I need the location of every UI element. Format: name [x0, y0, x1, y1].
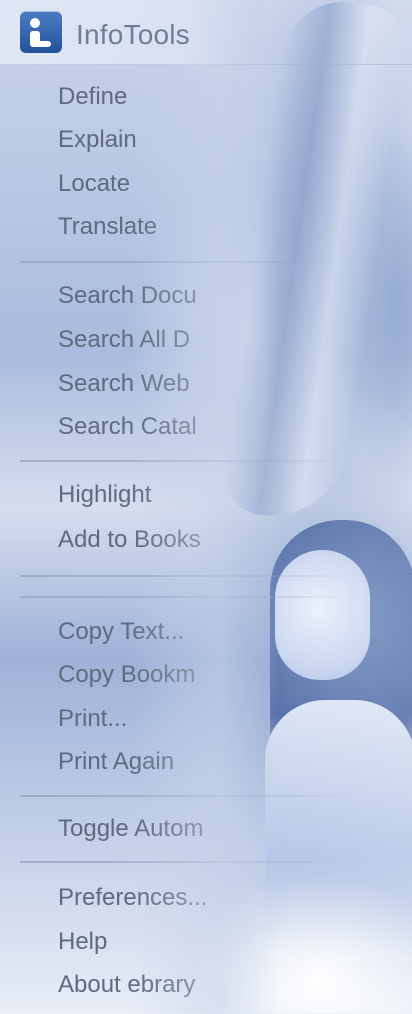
menu-separator [20, 795, 350, 797]
menu-item-add-to-bookshelf[interactable]: Add to Books [58, 526, 201, 554]
menu-separator [20, 261, 350, 263]
menu-item-help[interactable]: Help [58, 928, 107, 956]
menu-item-print-again[interactable]: Print Again [58, 748, 174, 776]
menu-item-search-all[interactable]: Search All D [58, 326, 190, 354]
menu-item-translate[interactable]: Translate [58, 213, 157, 241]
menu-title: InfoTools [76, 19, 190, 50]
menu-item-explain[interactable]: Explain [58, 126, 137, 154]
menu-separator [20, 596, 350, 598]
menu-item-highlight[interactable]: Highlight [58, 481, 151, 509]
menu-item-define[interactable]: Define [58, 83, 127, 111]
menu-item-search-catalog[interactable]: Search Catal [58, 413, 197, 441]
menu-item-print[interactable]: Print... [58, 705, 127, 733]
infotools-app-icon [20, 11, 62, 53]
menu-item-copy-bookmark[interactable]: Copy Bookm [58, 661, 195, 689]
infotools-menu: InfoTools Define Explain Locate Translat… [0, 0, 412, 1014]
menu-separator [20, 460, 350, 462]
menu-item-toggle-automatic[interactable]: Toggle Autom [58, 815, 203, 843]
menu-separator [20, 575, 350, 577]
menu-item-locate[interactable]: Locate [58, 170, 130, 198]
menu-item-preferences[interactable]: Preferences... [58, 884, 207, 912]
menu-separator [20, 861, 350, 863]
menu-item-copy-text[interactable]: Copy Text... [58, 618, 184, 646]
menu-item-about[interactable]: About ebrary [58, 971, 195, 999]
menu-header[interactable]: InfoTools [0, 0, 412, 65]
menu-item-search-web[interactable]: Search Web [58, 370, 190, 398]
menu-item-search-document[interactable]: Search Docu [58, 282, 197, 310]
